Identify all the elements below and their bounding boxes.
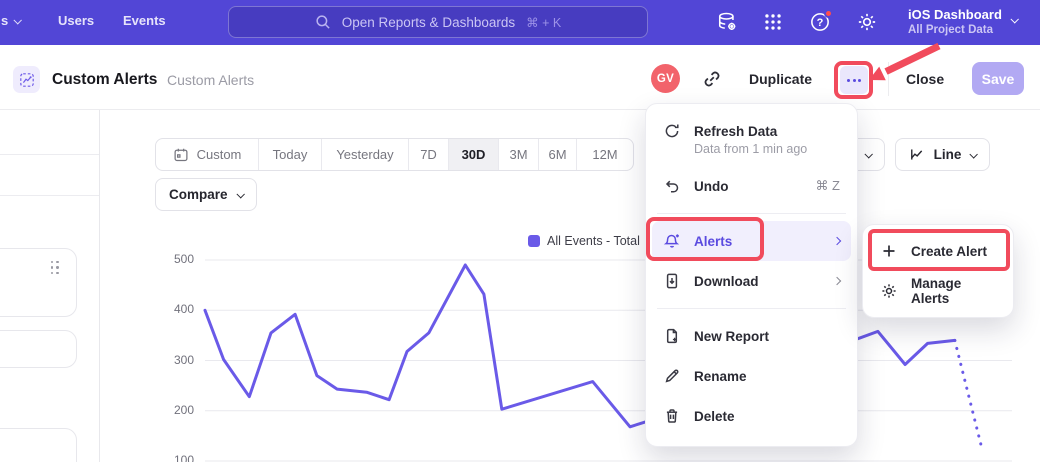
menu-divider xyxy=(657,308,846,309)
refresh-icon xyxy=(663,122,681,140)
search-input[interactable]: Open Reports & Dashboards ⌘ + K xyxy=(228,6,648,38)
sidebar-row-divider xyxy=(0,195,99,196)
nav-item-events[interactable]: Events xyxy=(123,13,166,28)
new-report-icon xyxy=(663,327,681,345)
trash-icon xyxy=(663,407,681,425)
menu-item-label: Download xyxy=(694,274,759,289)
top-navigation-bar: s Users Events Open Reports & Dashboards… xyxy=(0,0,1040,45)
search-icon xyxy=(315,14,331,30)
close-button[interactable]: Close xyxy=(906,71,944,87)
menu-item-label: Undo xyxy=(694,179,729,194)
sidebar-card[interactable] xyxy=(0,248,77,317)
menu-divider xyxy=(657,213,846,214)
menu-item-undo[interactable]: Undo ⌘ Z xyxy=(652,166,851,206)
menu-item-sublabel: Data from 1 min ago xyxy=(694,142,807,156)
duplicate-button[interactable]: Duplicate xyxy=(749,71,812,87)
report-header: Custom Alerts Custom Alerts GV Duplicate… xyxy=(0,45,1040,110)
nav-item-clipped-label: s xyxy=(1,13,8,28)
pencil-icon xyxy=(663,367,681,385)
legend-swatch xyxy=(528,235,540,247)
menu-item-label: Refresh Data xyxy=(694,124,807,139)
project-name: iOS Dashboard xyxy=(908,6,1002,23)
apps-grid-icon[interactable] xyxy=(762,11,784,33)
gear-icon xyxy=(880,282,898,300)
menu-item-alerts[interactable]: Alerts xyxy=(652,221,851,261)
alerts-submenu: Create Alert Manage Alerts xyxy=(862,224,1014,318)
menu-item-delete[interactable]: Delete xyxy=(652,396,851,436)
breadcrumb: Custom Alerts xyxy=(167,72,254,88)
menu-item-label: Rename xyxy=(694,369,747,384)
undo-icon xyxy=(663,177,681,195)
chart-legend: All Events - Total xyxy=(528,234,640,248)
menu-item-rename[interactable]: Rename xyxy=(652,356,851,396)
submenu-item-label: Manage Alerts xyxy=(911,276,996,306)
submenu-chevron-icon xyxy=(834,278,840,284)
menu-item-label: New Report xyxy=(694,329,769,344)
sidebar-row-divider xyxy=(0,154,99,155)
settings-icon[interactable] xyxy=(856,11,878,33)
search-placeholder: Open Reports & Dashboards xyxy=(342,15,515,30)
more-options-button[interactable] xyxy=(840,66,868,94)
nav-item-clipped[interactable]: s xyxy=(1,13,20,28)
submenu-item-manage-alerts[interactable]: Manage Alerts xyxy=(869,271,1007,311)
header-divider xyxy=(888,62,889,96)
menu-item-new-report[interactable]: New Report xyxy=(652,316,851,356)
project-scope: All Project Data xyxy=(908,23,1002,37)
chevron-down-icon xyxy=(1010,15,1018,23)
notification-dot xyxy=(824,9,833,18)
search-shortcut: ⌘ + K xyxy=(526,15,561,30)
sidebar-card[interactable] xyxy=(0,428,77,462)
plus-icon xyxy=(880,242,898,260)
page-title: Custom Alerts xyxy=(52,71,157,89)
copy-link-icon[interactable] xyxy=(702,69,722,89)
save-button[interactable]: Save xyxy=(972,62,1024,95)
avatar[interactable]: GV xyxy=(651,64,680,93)
chevron-down-icon xyxy=(14,16,22,24)
sidebar-card[interactable] xyxy=(0,330,77,368)
submenu-item-label: Create Alert xyxy=(911,244,987,259)
shortcut-hint: ⌘ Z xyxy=(815,178,840,194)
menu-item-label: Delete xyxy=(694,409,735,424)
more-options-menu: Refresh Data Data from 1 min ago Undo ⌘ … xyxy=(645,103,858,447)
legend-label: All Events - Total xyxy=(547,234,640,248)
nav-item-users[interactable]: Users xyxy=(58,13,94,28)
submenu-chevron-icon xyxy=(834,238,840,244)
project-selector[interactable]: iOS Dashboard All Project Data xyxy=(908,6,1002,37)
drag-handle-icon[interactable] xyxy=(51,261,59,274)
alert-bell-icon xyxy=(663,232,681,250)
report-type-icon xyxy=(13,66,40,93)
menu-item-label: Alerts xyxy=(694,234,732,249)
svg-text:?: ? xyxy=(817,17,824,29)
menu-item-refresh-data[interactable]: Refresh Data Data from 1 min ago xyxy=(652,114,851,166)
submenu-item-create-alert[interactable]: Create Alert xyxy=(869,231,1007,271)
download-icon xyxy=(663,272,681,290)
mixpanel-report-screen: s Users Events Open Reports & Dashboards… xyxy=(0,0,1040,462)
help-icon[interactable]: ? xyxy=(809,11,831,33)
menu-item-download[interactable]: Download xyxy=(652,261,851,301)
data-management-icon[interactable] xyxy=(716,11,738,33)
